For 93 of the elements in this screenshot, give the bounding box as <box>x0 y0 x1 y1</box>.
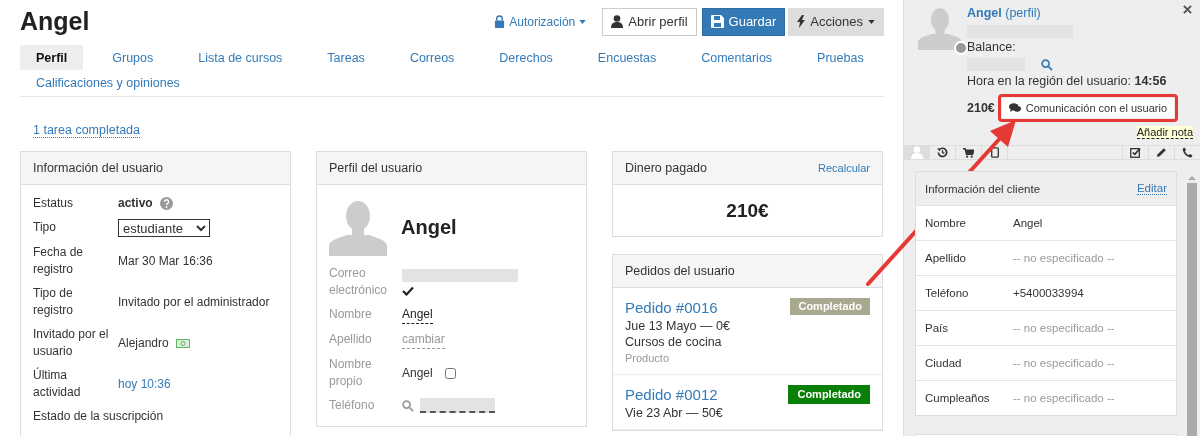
field-label: Teléfono <box>329 397 376 414</box>
field-label: Tipo de registro <box>33 285 74 319</box>
type-select[interactable]: estudiante <box>118 219 210 237</box>
profile-link[interactable]: (perfil) <box>1005 6 1041 20</box>
balance-label: Balance: <box>967 39 1017 56</box>
field-label: Nombre <box>329 306 373 323</box>
field-value: Angel <box>402 364 433 382</box>
lightning-bolt-icon <box>797 15 806 28</box>
recalculate-link[interactable]: Recalcular <box>818 162 870 174</box>
banknote-icon <box>175 338 190 348</box>
history-icon <box>937 147 948 158</box>
add-note-link[interactable]: Añadir nota <box>1136 126 1193 139</box>
user-name-link[interactable]: Angel <box>967 6 1002 20</box>
edit-link[interactable]: Editar <box>1136 182 1167 195</box>
field-label: País <box>925 322 949 334</box>
field-label: Estado de la suscripción <box>33 408 165 425</box>
open-profile-button[interactable]: Abrir perfil <box>602 7 697 36</box>
balance-amount: 210€ <box>967 99 995 117</box>
page-title: Angel <box>20 7 91 36</box>
caret-icon <box>868 19 875 24</box>
field-label: Apellido <box>329 331 373 348</box>
lock-icon <box>494 15 506 28</box>
order-type: Producto <box>625 351 671 366</box>
tab[interactable]: Pruebas <box>801 45 880 70</box>
cart-icon <box>963 147 974 158</box>
tab[interactable]: Comentarios <box>685 45 789 70</box>
status-dot <box>954 41 968 55</box>
field-value: Angel <box>1013 217 1043 229</box>
tab[interactable]: Correos <box>393 45 471 70</box>
card-title: Perfil del usuario <box>329 161 423 175</box>
field-label: Tipo <box>33 219 57 236</box>
field-label: Apellido <box>925 252 967 264</box>
field-label: Nombre propio <box>329 356 373 390</box>
order-date: Jue 13 Mayo — 0€ <box>625 318 730 334</box>
field-label: Teléfono <box>925 287 970 299</box>
profile-name: Angel <box>401 215 457 239</box>
authorization-dropdown[interactable]: Autorización <box>494 14 587 29</box>
activity-link[interactable]: hoy 10:36 <box>118 375 171 393</box>
tab[interactable]: Grupos <box>96 45 170 70</box>
tab[interactable]: Derechos <box>483 45 569 70</box>
search-icon[interactable] <box>402 399 414 412</box>
tab[interactable]: Lista de cursos <box>182 45 299 70</box>
order-link[interactable]: Pedido #0012 <box>625 385 723 405</box>
field-value: Invitado por el administrador <box>118 293 270 311</box>
close-icon[interactable] <box>1183 5 1192 14</box>
save-button[interactable]: Guardar <box>701 7 786 36</box>
status-badge: Completado <box>790 298 870 315</box>
checkmark-icon <box>402 285 414 296</box>
search-icon[interactable] <box>1041 58 1053 71</box>
order-link[interactable]: Pedido #0016 <box>625 298 730 318</box>
tab[interactable]: Tareas <box>311 45 381 70</box>
card-title: Información del cliente <box>925 182 1041 195</box>
status-badge: Completado <box>788 385 870 404</box>
tab[interactable]: Perfil <box>20 45 84 70</box>
checkbox-icon[interactable] <box>1130 147 1141 158</box>
field-value: Alejandro <box>118 334 169 352</box>
user-local-time: Hora en la región del usuario: 14:56 <box>967 73 1168 90</box>
checkbox[interactable] <box>444 367 456 379</box>
help-icon[interactable] <box>159 197 173 210</box>
user-icon <box>910 146 923 159</box>
avatar-silhouette <box>329 198 387 256</box>
order-product: Cursos de cocina <box>625 334 723 350</box>
user-icon <box>611 15 624 28</box>
paid-amount: 210€ <box>725 198 770 223</box>
field-label: Estatus <box>33 195 75 212</box>
card-title: Información del usuario <box>33 161 163 175</box>
tab[interactable]: Calificaciones y opiniones <box>20 70 196 95</box>
editable-value[interactable]: Angel <box>402 306 433 324</box>
chat-bubbles-icon <box>1008 103 1021 113</box>
avatar-silhouette <box>918 5 962 51</box>
phone-icon[interactable] <box>1182 147 1193 158</box>
actions-dropdown[interactable]: Acciones <box>788 7 884 36</box>
field-label: Correo electrónico <box>329 265 389 299</box>
redacted-text[interactable] <box>420 398 495 413</box>
field-value: Mar 30 Mar 16:36 <box>118 252 213 270</box>
tab[interactable]: Encuestas <box>581 45 673 70</box>
field-label: Ciudad <box>925 357 963 369</box>
order-date: Vie 23 Abr — 50€ <box>625 405 723 421</box>
caret-icon <box>579 19 587 24</box>
field-label: Fecha de registro <box>33 244 85 278</box>
status-value: activo <box>118 195 153 212</box>
card-title: Pedidos del usuario <box>625 264 735 278</box>
field-label: Última actividad <box>33 367 82 401</box>
tablet-icon <box>990 147 999 158</box>
editable-value[interactable]: cambiar <box>402 331 445 349</box>
pencil-icon[interactable] <box>1156 147 1167 158</box>
completed-tasks-link[interactable]: 1 tarea completada <box>33 123 140 138</box>
field-label: Invitado por el usuario <box>33 326 110 360</box>
field-value: +5400033994 <box>1013 287 1084 299</box>
card-title: Dinero pagado <box>625 161 707 175</box>
field-label: Nombre <box>925 217 967 229</box>
field-label: Cumpleaños <box>925 392 991 404</box>
chat-button[interactable]: Comunicación con el usuario <box>1001 98 1175 118</box>
